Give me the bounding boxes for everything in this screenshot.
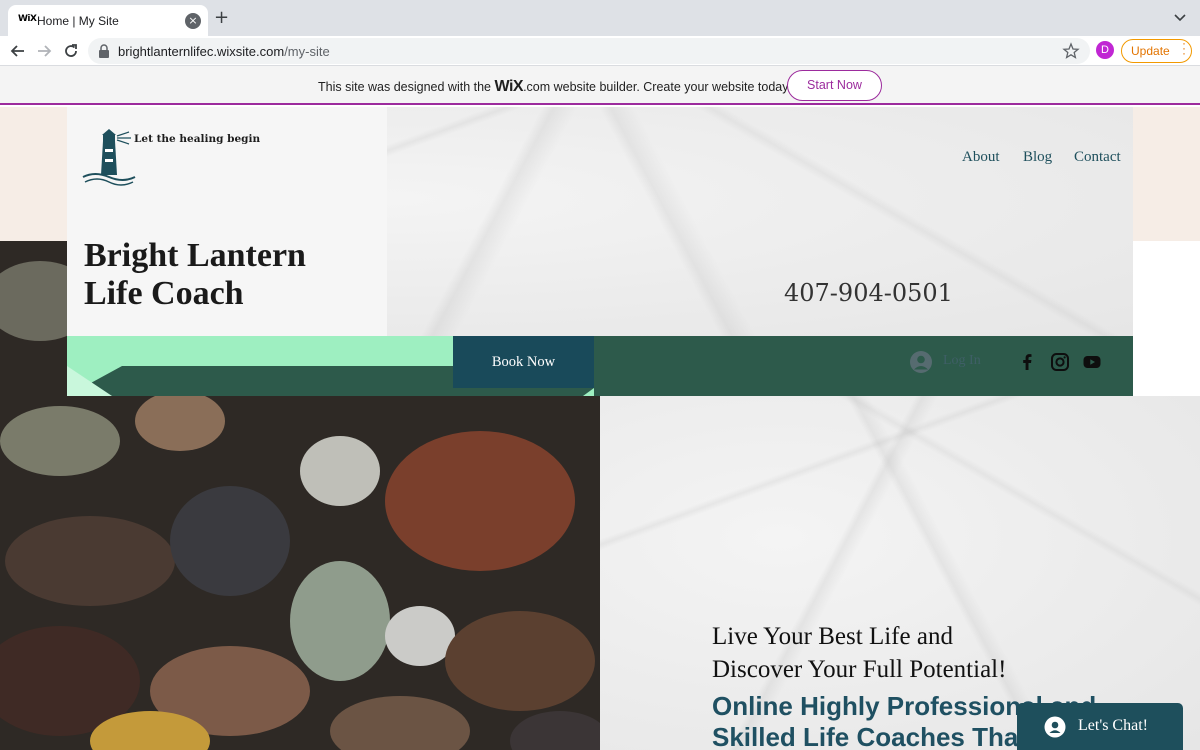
- reload-icon[interactable]: [61, 41, 81, 61]
- site-title-line2: Life Coach: [84, 275, 244, 312]
- user-avatar-icon[interactable]: [910, 351, 932, 373]
- new-tab-button[interactable]: +: [214, 9, 229, 27]
- browser-tab-bar: WiX Home | My Site × +: [0, 0, 1200, 36]
- hero-headline-line1: Live Your Best Life and: [712, 623, 953, 650]
- more-vert-icon[interactable]: · · ·: [1182, 37, 1186, 59]
- browser-tab[interactable]: WiX Home | My Site ×: [8, 5, 208, 36]
- url-text: brightlanternlifec.wixsite.com/my-site: [118, 44, 330, 59]
- arrow-right-icon[interactable]: [34, 41, 54, 61]
- banner-text-after: .com website builder. Create your websit…: [523, 80, 792, 94]
- youtube-icon[interactable]: [1082, 352, 1102, 372]
- chevron-down-icon[interactable]: [1172, 9, 1188, 25]
- nav-link-contact[interactable]: Contact: [1074, 149, 1121, 166]
- url-path: /my-site: [284, 44, 330, 59]
- login-link[interactable]: Log In: [943, 353, 981, 369]
- mint-band: [67, 336, 453, 366]
- phone-number: 407-904-0501: [784, 279, 953, 307]
- chat-label: Let's Chat!: [1078, 717, 1148, 734]
- header-strip: Book Now Log In: [67, 336, 1133, 396]
- chat-bubble-icon: [1044, 716, 1066, 738]
- hero-headline-line2: Discover Your Full Potential!: [712, 656, 1007, 683]
- start-now-button[interactable]: Start Now: [787, 70, 882, 101]
- lock-icon: [99, 44, 109, 58]
- banner-text-before: This site was designed with the: [318, 80, 495, 94]
- site-page: Let the healing begin About Blog Contact…: [0, 107, 1200, 750]
- address-bar[interactable]: brightlanternlifec.wixsite.com/my-site: [88, 38, 1090, 64]
- chat-widget-button[interactable]: Let's Chat!: [1017, 703, 1183, 750]
- facebook-icon[interactable]: [1017, 352, 1037, 372]
- hero-headline: Live Your Best Life and Discover Your Fu…: [712, 620, 1006, 686]
- wix-promo-banner: This site was designed with the WiX.com …: [0, 66, 1200, 105]
- tagline: Let the healing begin: [134, 133, 261, 145]
- tab-close-icon[interactable]: ×: [185, 13, 201, 29]
- mint-triangle-light: [67, 366, 112, 396]
- banner-text: This site was designed with the WiX.com …: [318, 78, 791, 96]
- site-title[interactable]: Bright Lantern Life Coach: [84, 237, 306, 313]
- instagram-icon[interactable]: [1050, 352, 1070, 372]
- star-icon[interactable]: [1062, 42, 1080, 60]
- tab-title: Home | My Site: [37, 14, 119, 28]
- browser-toolbar: brightlanternlifec.wixsite.com/my-site D…: [0, 36, 1200, 66]
- site-title-line1: Bright Lantern: [84, 237, 306, 274]
- lighthouse-logo-icon[interactable]: [81, 127, 137, 187]
- url-host: brightlanternlifec.wixsite.com: [118, 44, 285, 59]
- book-now-accent: [583, 388, 594, 396]
- nav-link-blog[interactable]: Blog: [1023, 149, 1052, 166]
- wix-favicon-icon: WiX: [18, 14, 37, 24]
- book-now-button[interactable]: Book Now: [453, 336, 594, 388]
- arrow-left-icon[interactable]: [8, 41, 28, 61]
- profile-avatar[interactable]: D: [1096, 41, 1114, 59]
- wix-logo: WiX: [494, 78, 524, 95]
- nav-link-about[interactable]: About: [962, 149, 1000, 166]
